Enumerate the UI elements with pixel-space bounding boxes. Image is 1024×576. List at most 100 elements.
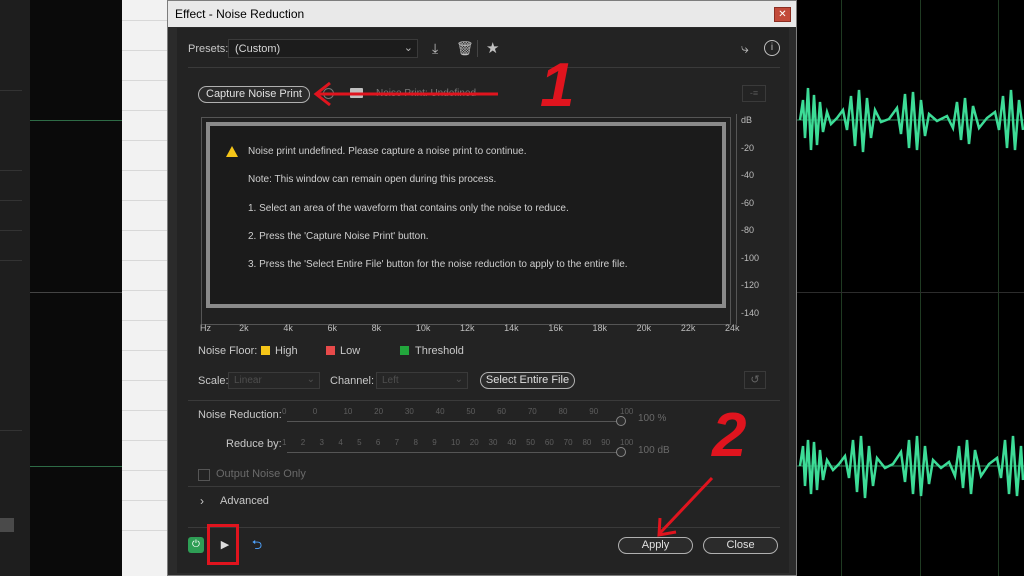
close-window-button[interactable]: ✕ xyxy=(774,7,791,22)
slider-tick-label: 70 xyxy=(527,407,537,416)
reduce-by-slider-track[interactable] xyxy=(287,452,621,453)
slider-tick-label: 90 xyxy=(589,407,599,416)
scale-label: Scale: xyxy=(198,375,229,387)
slider-tick-label: 40 xyxy=(507,438,517,447)
noise-print-status: Noise Print: Undefined xyxy=(376,88,477,99)
folder-icon[interactable] xyxy=(350,88,363,98)
warning-icon xyxy=(226,146,238,157)
slider-tick-label: 50 xyxy=(466,407,476,416)
loop-playback-icon[interactable]: ⮌ xyxy=(246,537,268,553)
x-tick-label: 16k xyxy=(548,323,563,333)
slider-tick-label: 20 xyxy=(469,438,479,447)
y-tick-label: -60 xyxy=(741,197,755,208)
slider-tick-label: 10 xyxy=(451,438,460,447)
x-tick-label: 20k xyxy=(636,323,652,333)
slider-tick-label: 10 xyxy=(343,407,353,416)
legend-swatch-high xyxy=(261,346,270,355)
slider-tick-label: 90 xyxy=(601,438,611,447)
output-noise-only-checkbox[interactable] xyxy=(198,469,210,481)
message-line: 1. Select an area of the waveform that c… xyxy=(248,203,569,214)
message-line: Note: This window can remain open during… xyxy=(248,174,497,185)
legend-item-low: Low xyxy=(340,345,361,357)
legend-item-high: High xyxy=(275,345,298,357)
annotation-step-one: 1 xyxy=(540,51,575,120)
slider-tick-label: 80 xyxy=(558,407,568,416)
slider-tick-label: 0 xyxy=(282,407,287,416)
reduce-by-label: Reduce by: xyxy=(226,438,282,450)
scale-value: Linear xyxy=(234,375,262,386)
slider-tick-label: 60 xyxy=(544,438,554,447)
delete-preset-icon[interactable]: 🗑 xyxy=(456,40,474,57)
reset-icon[interactable]: ↺ xyxy=(744,371,766,389)
legend-item-threshold: Threshold xyxy=(415,345,464,357)
graph-menu-icon[interactable]: -≡ xyxy=(742,85,766,102)
apply-button[interactable]: Apply xyxy=(618,537,693,554)
x-tick-label: Hz xyxy=(200,323,211,333)
noise-reduction-slider-track[interactable] xyxy=(287,421,621,422)
presets-label: Presets: xyxy=(188,43,229,55)
legend-swatch-threshold xyxy=(400,346,409,355)
advanced-section-toggle[interactable]: Advanced xyxy=(220,495,269,507)
x-tick-label: 8k xyxy=(371,323,382,333)
message-line: 2. Press the 'Capture Noise Print' butto… xyxy=(248,231,429,242)
power-toggle-icon[interactable]: ⏻ xyxy=(188,537,204,553)
chevron-right-icon[interactable]: › xyxy=(200,494,204,508)
routing-icon[interactable]: ⤷ xyxy=(741,40,749,57)
scale-dropdown[interactable]: Linear ⌄ xyxy=(228,372,320,389)
slider-tick-label: 8 xyxy=(413,438,418,447)
noise-reduction-label: Noise Reduction: xyxy=(198,409,282,421)
dialog-title-bar[interactable]: Effect - Noise Reduction ✕ xyxy=(168,1,796,27)
x-tick-label: 4k xyxy=(283,323,293,333)
x-tick-label: 2k xyxy=(239,323,249,333)
chevron-down-icon: ⌄ xyxy=(403,42,413,54)
close-button[interactable]: Close xyxy=(703,537,778,554)
x-tick-label: 24k xyxy=(725,323,740,333)
presets-value: (Custom) xyxy=(235,43,281,55)
output-noise-only-label: Output Noise Only xyxy=(216,468,306,480)
slider-tick-label: 6 xyxy=(375,438,381,447)
play-button-highlight xyxy=(207,524,239,565)
message-line: Noise print undefined. Please capture a … xyxy=(248,146,527,157)
y-tick-label: -140 xyxy=(741,307,760,318)
x-tick-label: 22k xyxy=(680,323,696,333)
capture-noise-print-button[interactable]: Capture Noise Print xyxy=(198,86,310,103)
y-tick-label: -120 xyxy=(741,280,760,290)
slider-tick-label: 100 xyxy=(620,407,634,416)
slider-tick-label: 40 xyxy=(435,407,445,416)
background-panel-left xyxy=(0,0,30,576)
slider-tick-label: 5 xyxy=(357,438,362,447)
dialog-title: Effect - Noise Reduction xyxy=(175,7,305,21)
slider-tick-label: 20 xyxy=(374,407,384,416)
waveform-graphic xyxy=(797,87,1024,499)
x-tick-label: 14k xyxy=(504,323,519,333)
select-entire-file-button[interactable]: Select Entire File xyxy=(480,372,575,389)
annotation-step-two: 2 xyxy=(712,401,747,470)
slider-tick-label: 4 xyxy=(338,438,343,447)
reduce-by-value: 100 dB xyxy=(638,445,670,456)
slider-tick-label: 100 xyxy=(620,438,634,447)
y-tick-label: -40 xyxy=(741,170,755,180)
x-tick-label: 6k xyxy=(327,323,338,333)
y-tick-label: -100 xyxy=(741,252,760,263)
save-preset-icon[interactable]: ⤓ xyxy=(432,40,438,57)
waveform-view[interactable] xyxy=(797,0,1024,576)
noise-reduction-slider-thumb[interactable] xyxy=(616,416,626,426)
slider-tick-label: 30 xyxy=(488,438,498,447)
x-tick-label: 12k xyxy=(460,323,475,333)
noise-reduction-value: 100 % xyxy=(638,413,667,424)
channel-dropdown[interactable]: Left ⌄ xyxy=(376,372,468,389)
noise-print-message-box: Noise print undefined. Please capture a … xyxy=(206,122,726,308)
slider-tick-label: 0 xyxy=(312,407,318,416)
reduce-by-slider-thumb[interactable] xyxy=(616,447,626,457)
x-tick-label: 18k xyxy=(592,323,608,333)
info-icon[interactable]: i xyxy=(764,40,780,56)
presets-dropdown[interactable]: (Custom) ⌄ xyxy=(228,39,418,58)
slider-tick-label: 7 xyxy=(394,438,400,447)
y-tick-label: dB xyxy=(741,115,753,125)
y-tick-label: -20 xyxy=(741,142,755,153)
background-track-area xyxy=(30,0,122,576)
favorite-star-icon[interactable]: ★ xyxy=(486,39,499,57)
slider-tick-label: 70 xyxy=(563,438,573,447)
slider-tick-label: 2 xyxy=(300,438,306,447)
noise-print-status-icon xyxy=(323,88,334,99)
